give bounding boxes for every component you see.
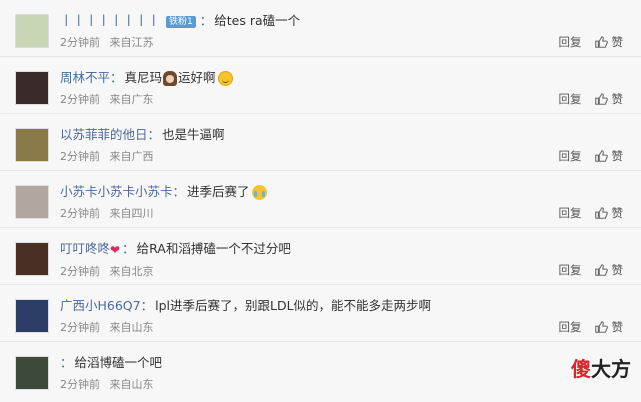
comment-username[interactable]: 广西小H66Q7 [60,298,141,313]
thumbs-up-icon [594,321,608,333]
comment-actions: 回复 赞 [559,91,624,107]
like-button[interactable]: 赞 [594,148,624,164]
watermark-red-char: 傻 [571,357,591,381]
comment-actions: 回复 赞 [559,319,624,335]
comment-item: 以苏菲菲的他日： 也是牛逼啊 2分钟前 来自广西 回复 赞 [0,114,641,171]
colon-separator: ： [199,13,213,28]
reply-button[interactable]: 回复 [559,91,582,107]
comment-location: 来自山东 [109,378,154,391]
girl-emoji-icon [163,71,178,86]
crying-emoji-icon [251,185,267,200]
comment-text: 给RA和滔搏磕一个不过分吧 [136,241,291,256]
comment-time: 2分钟前 [60,150,100,163]
avatar[interactable] [15,356,49,390]
comment-username[interactable]: 丨丨丨丨丨丨丨丨 [60,13,160,28]
comment-time: 2分钟前 [60,321,100,334]
like-button[interactable]: 赞 [594,319,624,335]
comment-item: 叮叮咚咚❤：给RA和滔搏磕一个不过分吧 2分钟前 来自北京 回复 赞 [0,228,641,285]
smile-emoji-icon [217,71,233,86]
comment-item: 丨丨丨丨丨丨丨丨 铁粉1：给tes ra磕一个 2分钟前 来自江苏 回复 赞 [0,0,641,57]
watermark-text: 大方 [591,357,631,381]
comment-location: 来自山东 [109,321,154,334]
colon-separator: ： [172,184,186,199]
avatar[interactable] [15,185,49,219]
comment-time: 2分钟前 [60,264,100,278]
comment-time: 2分钟前 [60,93,100,106]
heart-emoji-icon: ❤ [110,242,121,257]
comment-time: 2分钟前 [60,207,100,220]
thumbs-up-icon [594,93,608,105]
reply-button[interactable]: 回复 [559,34,582,50]
comment-text: 真尼玛 [124,70,163,85]
comment-actions: 回复 赞 [559,262,624,278]
comment-list: 丨丨丨丨丨丨丨丨 铁粉1：给tes ra磕一个 2分钟前 来自江苏 回复 赞 周… [0,0,641,399]
colon-separator: ： [110,70,123,85]
like-label: 赞 [611,206,624,220]
comment-item: ：给滔博磕一个吧 2分钟前 来自山东 [0,342,641,399]
site-watermark: 傻大方 [571,353,631,382]
comment-text: 给滔博磕一个吧 [74,355,163,370]
comment-time: 2分钟前 [60,36,100,49]
comment-location: 来自广西 [109,150,154,163]
reply-button[interactable]: 回复 [559,205,582,221]
avatar[interactable] [15,242,49,276]
comment-text: 进季后赛了 [187,184,250,199]
comment-content: 周林不平： 真尼玛 运好啊 2分钟前 来自广东 [60,69,520,108]
thumbs-up-icon [594,207,608,219]
comment-location: 来自四川 [109,207,154,220]
comment-text: 给tes ra磕一个 [214,13,301,28]
comment-content: 小苏卡小苏卡小苏卡： 进季后赛了 2分钟前 来自四川 [60,183,520,222]
comment-username[interactable]: 小苏卡小苏卡小苏卡 [60,184,173,199]
avatar[interactable] [15,299,49,333]
comment-username[interactable]: 周林不平 [60,70,110,85]
comment-actions: 回复 赞 [559,148,624,164]
thumbs-up-icon [594,264,608,276]
thumbs-up-icon [594,36,608,48]
comment-time: 2分钟前 [60,378,100,391]
like-label: 赞 [611,92,624,106]
colon-separator: ： [147,127,161,142]
comment-text-continued: 运好啊 [178,70,216,85]
comment-content: 广西小H66Q7： lpl进季后赛了，别跟LDL似的，能不能多走两步啊 2分钟前 … [60,297,520,336]
comment-text: lpl进季后赛了，别跟LDL似的，能不能多走两步啊 [155,298,432,313]
comment-location: 来自江苏 [109,36,154,49]
like-label: 赞 [611,35,624,49]
colon-separator: ： [122,241,135,256]
comment-location: 来自广东 [109,93,154,106]
like-button[interactable]: 赞 [594,91,624,107]
like-label: 赞 [611,149,624,163]
comment-actions: 回复 赞 [559,34,624,50]
avatar[interactable] [15,71,49,105]
comment-item: 小苏卡小苏卡小苏卡： 进季后赛了 2分钟前 来自四川 回复 赞 [0,171,641,228]
comment-username[interactable]: 以苏菲菲的他日 [60,127,148,142]
comment-content: ：给滔博磕一个吧 2分钟前 来自山东 [60,354,520,393]
like-button[interactable]: 赞 [594,262,624,278]
like-button[interactable]: 赞 [594,205,624,221]
comment-item: 周林不平： 真尼玛 运好啊 2分钟前 来自广东 回复 赞 [0,57,641,114]
reply-button[interactable]: 回复 [559,148,582,164]
thumbs-up-icon [594,150,608,162]
reply-button[interactable]: 回复 [559,262,582,278]
comment-text: 也是牛逼啊 [162,127,225,142]
avatar[interactable] [15,128,49,162]
like-button[interactable]: 赞 [594,34,624,50]
like-label: 赞 [611,320,624,334]
comment-item: 广西小H66Q7： lpl进季后赛了，别跟LDL似的，能不能多走两步啊 2分钟前 … [0,285,641,342]
like-label: 赞 [611,263,624,277]
comment-content: 丨丨丨丨丨丨丨丨 铁粉1：给tes ra磕一个 2分钟前 来自江苏 [60,12,520,51]
comment-actions: 回复 赞 [559,205,624,221]
fan-badge: 铁粉1 [166,15,196,28]
reply-button[interactable]: 回复 [559,319,582,335]
comment-content: 叮叮咚咚❤：给RA和滔搏磕一个不过分吧 2分钟前 来自北京 [60,240,520,280]
comment-content: 以苏菲菲的他日： 也是牛逼啊 2分钟前 来自广西 [60,126,520,165]
comment-username[interactable]: 叮叮咚咚 [60,241,110,256]
comment-location: 来自北京 [109,264,154,278]
colon-separator: ： [60,355,73,370]
colon-separator: ： [140,298,154,313]
avatar[interactable] [15,14,49,48]
